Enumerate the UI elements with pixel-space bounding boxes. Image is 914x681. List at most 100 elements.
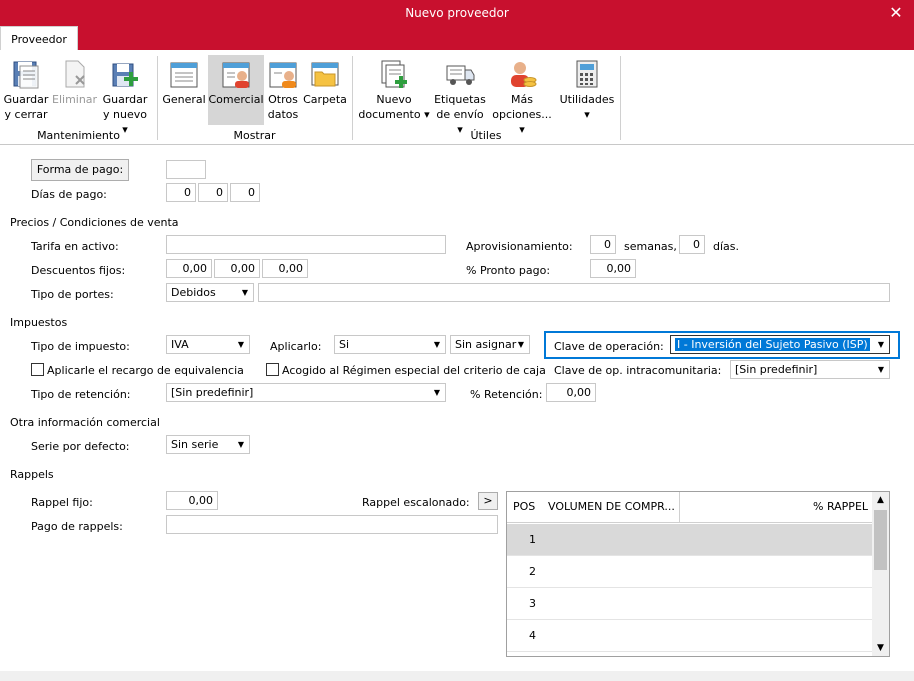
aprovisionamiento-label: Aprovisionamiento: bbox=[466, 240, 573, 253]
clave-intra-label: Clave de op. intracomunitaria: bbox=[554, 364, 722, 377]
chevron-down-icon: ▼ bbox=[877, 365, 885, 374]
other-data-button[interactable]: Otros datos bbox=[266, 58, 300, 122]
rappel-fijo-label: Rappel fijo: bbox=[31, 496, 93, 509]
chevron-down-icon: ▼ bbox=[433, 388, 441, 397]
scroll-thumb[interactable] bbox=[874, 510, 887, 570]
table-row[interactable]: 4 bbox=[507, 620, 873, 652]
commercial-label: Comercial bbox=[208, 93, 264, 106]
new-document-label-2: documento ▾ bbox=[358, 108, 430, 121]
table-row[interactable]: 2 bbox=[507, 556, 873, 588]
tipo-retencion-select[interactable]: [Sin predefinir] ▼ bbox=[166, 383, 446, 402]
commercial-button[interactable]: Comercial bbox=[208, 55, 264, 125]
rappels-grid[interactable]: POS VOLUMEN DE COMPR... % RAPPEL 1 2 3 4… bbox=[506, 491, 890, 657]
payment-method-field[interactable] bbox=[166, 160, 206, 179]
pronto-pago-field[interactable]: 0,00 bbox=[590, 259, 636, 278]
more-options-button[interactable]: Más opciones... ▾ bbox=[488, 58, 556, 137]
grid-header-pos[interactable]: POS bbox=[513, 492, 535, 522]
grid-header-volumen[interactable]: VOLUMEN DE COMPR... bbox=[548, 492, 675, 522]
payment-day-2-field[interactable]: 0 bbox=[198, 183, 228, 202]
utilities-label-1: Utilidades bbox=[559, 93, 615, 106]
portes-value: Debidos bbox=[171, 286, 216, 299]
new-document-button[interactable]: Nuevo documento ▾ bbox=[358, 58, 430, 122]
payment-method-button[interactable]: Forma de pago: bbox=[31, 159, 129, 181]
group-utiles: Útiles bbox=[470, 129, 502, 142]
clave-intra-value: [Sin predefinir] bbox=[735, 363, 818, 376]
close-icon[interactable]: ✕ bbox=[886, 0, 906, 26]
delete-label: Eliminar bbox=[52, 93, 98, 106]
folder-icon bbox=[309, 58, 341, 90]
payment-day-1-field[interactable]: 0 bbox=[166, 183, 196, 202]
recargo-checkbox[interactable] bbox=[31, 363, 44, 376]
pago-rappels-label: Pago de rappels: bbox=[31, 520, 123, 533]
table-row[interactable]: 3 bbox=[507, 588, 873, 620]
portes-select[interactable]: Debidos ▼ bbox=[166, 283, 254, 302]
grid-header-rappel[interactable]: % RAPPEL bbox=[813, 492, 868, 522]
general-button[interactable]: General bbox=[162, 58, 206, 107]
row-pos: 4 bbox=[529, 629, 536, 642]
group-mantenimiento: Mantenimiento bbox=[37, 129, 120, 142]
save-and-close-label-2: y cerrar bbox=[4, 108, 48, 121]
rappel-fijo-field[interactable]: 0,00 bbox=[166, 491, 218, 510]
window-title-bar: Nuevo proveedor bbox=[0, 0, 914, 26]
asignar-select[interactable]: Sin asignar ▼ bbox=[450, 335, 530, 354]
delete-button[interactable]: Eliminar bbox=[52, 58, 98, 107]
payment-days-label: Días de pago: bbox=[31, 188, 107, 201]
form-general-icon bbox=[168, 58, 200, 90]
save-and-new-button[interactable]: Guardar y nuevo ▾ bbox=[100, 58, 150, 137]
grid-vertical-scrollbar[interactable]: ▲ ▼ bbox=[872, 492, 889, 656]
serie-select[interactable]: Sin serie ▼ bbox=[166, 435, 250, 454]
utilities-button[interactable]: Utilidades ▾ bbox=[558, 58, 616, 122]
clave-intra-select[interactable]: [Sin predefinir] ▼ bbox=[730, 360, 890, 379]
new-document-label-1: Nuevo bbox=[376, 93, 412, 106]
shipping-labels-button[interactable]: Etiquetas de envío ▾ bbox=[432, 58, 488, 137]
aplicarlo-value: Si bbox=[339, 338, 350, 351]
discount-2-field[interactable]: 0,00 bbox=[214, 259, 260, 278]
retencion-label: % Retención: bbox=[470, 388, 543, 401]
scroll-down-icon[interactable]: ▼ bbox=[872, 640, 889, 656]
general-label: General bbox=[162, 93, 206, 106]
retencion-field[interactable]: 0,00 bbox=[546, 383, 596, 402]
ribbon-separator bbox=[157, 56, 158, 140]
save-close-icon bbox=[10, 58, 42, 90]
table-row[interactable]: 1 bbox=[507, 524, 873, 556]
serie-value: Sin serie bbox=[171, 438, 219, 451]
scroll-up-icon[interactable]: ▲ bbox=[872, 492, 889, 508]
chevron-down-icon: ▼ bbox=[237, 340, 245, 349]
row-pos: 2 bbox=[529, 565, 536, 578]
portes-extra-field[interactable] bbox=[258, 283, 890, 302]
chevron-down-icon: ▼ bbox=[433, 340, 441, 349]
weeks-label: semanas, bbox=[624, 240, 677, 253]
chevron-down-icon: ▼ bbox=[877, 340, 885, 349]
new-document-icon bbox=[378, 58, 410, 90]
folder-button[interactable]: Carpeta bbox=[303, 58, 347, 107]
descuentos-label: Descuentos fijos: bbox=[31, 264, 126, 277]
rappel-escalonado-button[interactable]: > bbox=[478, 492, 498, 510]
window-title: Nuevo proveedor bbox=[405, 6, 509, 20]
clave-operacion-select[interactable]: I - Inversión del Sujeto Pasivo (ISP) ▼ bbox=[670, 335, 890, 354]
tipo-impuesto-select[interactable]: IVA ▼ bbox=[166, 335, 250, 354]
pronto-pago-label: % Pronto pago: bbox=[466, 264, 551, 277]
aplicarlo-select[interactable]: Si ▼ bbox=[334, 335, 446, 354]
pago-rappels-field[interactable] bbox=[166, 515, 498, 534]
chevron-down-icon: ▼ bbox=[517, 340, 525, 349]
discount-3-field[interactable]: 0,00 bbox=[262, 259, 308, 278]
more-options-label-1: Más bbox=[511, 93, 533, 106]
discount-1-field[interactable]: 0,00 bbox=[166, 259, 212, 278]
tipo-impuesto-value: IVA bbox=[171, 338, 189, 351]
payment-day-3-field[interactable]: 0 bbox=[230, 183, 260, 202]
tarifa-field[interactable] bbox=[166, 235, 446, 254]
ribbon-separator bbox=[352, 56, 353, 140]
group-mostrar: Mostrar bbox=[233, 129, 276, 142]
folder-label: Carpeta bbox=[303, 93, 347, 106]
save-and-close-button[interactable]: Guardar y cerrar bbox=[2, 58, 50, 122]
aprov-weeks-field[interactable]: 0 bbox=[590, 235, 616, 254]
criterio-caja-checkbox[interactable] bbox=[266, 363, 279, 376]
tab-proveedor[interactable]: Proveedor bbox=[0, 26, 78, 52]
section-otra-info: Otra información comercial bbox=[10, 416, 160, 429]
other-data-label-1: Otros bbox=[268, 93, 298, 106]
aprov-days-field[interactable]: 0 bbox=[679, 235, 705, 254]
utilities-label-2: ▾ bbox=[584, 108, 590, 121]
form-other-icon bbox=[267, 58, 299, 90]
save-and-new-label-1: Guardar bbox=[102, 93, 148, 106]
ribbon-separator bbox=[620, 56, 621, 140]
